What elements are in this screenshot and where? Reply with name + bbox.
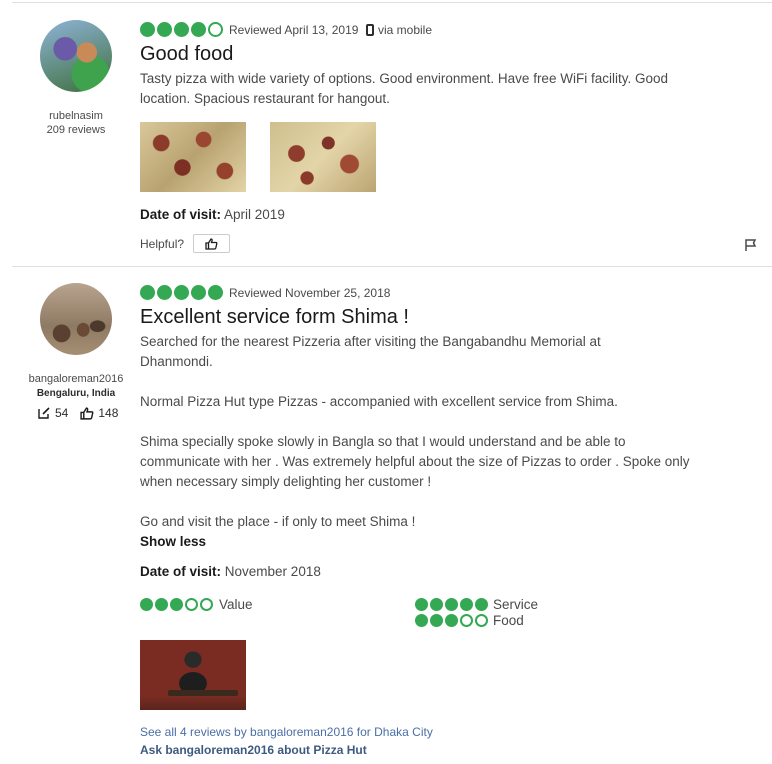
review-paragraph-2: Normal Pizza Hut type Pizzas - accompani… [140, 394, 618, 409]
helpful-button[interactable] [193, 234, 230, 253]
bubble-filled [155, 598, 168, 611]
top-divider [12, 2, 772, 3]
value-rating-bubbles [140, 598, 213, 611]
bubble-empty [460, 614, 473, 627]
review-body: Tasty pizza with wide variety of options… [140, 71, 668, 106]
pizza-tray [168, 690, 238, 696]
date-of-visit-value: November 2018 [224, 564, 321, 579]
bubble-filled [475, 598, 488, 611]
date-of-visit-label: Date of visit: [140, 564, 222, 579]
contributions-count: 54 [55, 406, 69, 420]
thumbs-up-icon [205, 237, 218, 250]
bubble-filled [157, 22, 172, 37]
bubble-filled [430, 598, 443, 611]
avatar[interactable] [40, 283, 112, 355]
review-paragraph-3: Shima specially spoke slowly in Bangla s… [140, 434, 690, 489]
bubble-filled [174, 22, 189, 37]
bubble-empty [208, 22, 223, 37]
date-of-visit-label: Date of visit: [140, 207, 222, 222]
food-rating-bubbles [415, 614, 488, 627]
bubble-filled [415, 598, 428, 611]
bubble-filled [191, 285, 206, 300]
bubble-empty [185, 598, 198, 611]
subrating-label: Value [219, 597, 253, 612]
review-date: Reviewed April 13, 2019 [229, 23, 359, 37]
via-mobile-label: via mobile [378, 23, 433, 37]
mobile-icon [366, 24, 374, 36]
ask-reviewer-link[interactable]: Ask bangaloreman2016 about Pizza Hut [140, 743, 367, 757]
bubble-filled [208, 285, 223, 300]
flag-icon[interactable] [744, 238, 758, 252]
review-date: Reviewed November 25, 2018 [229, 286, 391, 300]
user-location: Bengaluru, India [36, 388, 116, 399]
review-photo[interactable] [140, 640, 246, 710]
date-of-visit: Date of visit: November 2018 [140, 564, 321, 579]
bubble-filled [415, 614, 428, 627]
date-of-visit-value: April 2019 [224, 207, 285, 222]
bubble-filled [140, 598, 153, 611]
helpful-votes-count: 148 [98, 406, 119, 420]
bubble-filled [445, 598, 458, 611]
subrating-label: Food [493, 613, 524, 628]
bubble-empty [200, 598, 213, 611]
review-photo[interactable] [140, 122, 246, 192]
bubble-filled [140, 285, 155, 300]
bubble-filled [191, 22, 206, 37]
edit-icon [38, 407, 50, 419]
review-title[interactable]: Good food [140, 43, 233, 66]
via-mobile: via mobile [366, 23, 432, 37]
service-rating-bubbles [415, 598, 488, 611]
subrating-label: Service [493, 597, 539, 612]
show-less-link[interactable]: Show less [140, 534, 206, 549]
avatar[interactable] [40, 20, 112, 92]
review-photo[interactable] [270, 122, 376, 192]
review-paragraph-1: Searched for the nearest Pizzeria after … [140, 334, 601, 369]
bubble-filled [174, 285, 189, 300]
username[interactable]: rubelnasim [20, 110, 132, 122]
bubble-filled [430, 614, 443, 627]
thumbs-up-icon [80, 406, 94, 420]
bubble-empty [475, 614, 488, 627]
bubble-filled [460, 598, 473, 611]
helpful-label: Helpful? [140, 237, 185, 251]
bubble-filled [445, 614, 458, 627]
see-all-reviews-link[interactable]: See all 4 reviews by bangaloreman2016 fo… [140, 725, 433, 739]
date-of-visit: Date of visit: April 2019 [140, 207, 285, 222]
bubble-filled [170, 598, 183, 611]
bubble-filled [157, 285, 172, 300]
review-title[interactable]: Excellent service form Shima ! [140, 306, 409, 329]
user-stats: 54 148 [37, 406, 118, 420]
user-review-count: 209 reviews [46, 124, 106, 136]
review-paragraph-4: Go and visit the place - if only to meet… [140, 514, 416, 529]
bubble-filled [140, 22, 155, 37]
rating-bubbles [140, 285, 223, 300]
rating-bubbles [140, 22, 223, 37]
review-divider [12, 266, 772, 267]
username[interactable]: bangaloreman2016 [20, 373, 132, 385]
